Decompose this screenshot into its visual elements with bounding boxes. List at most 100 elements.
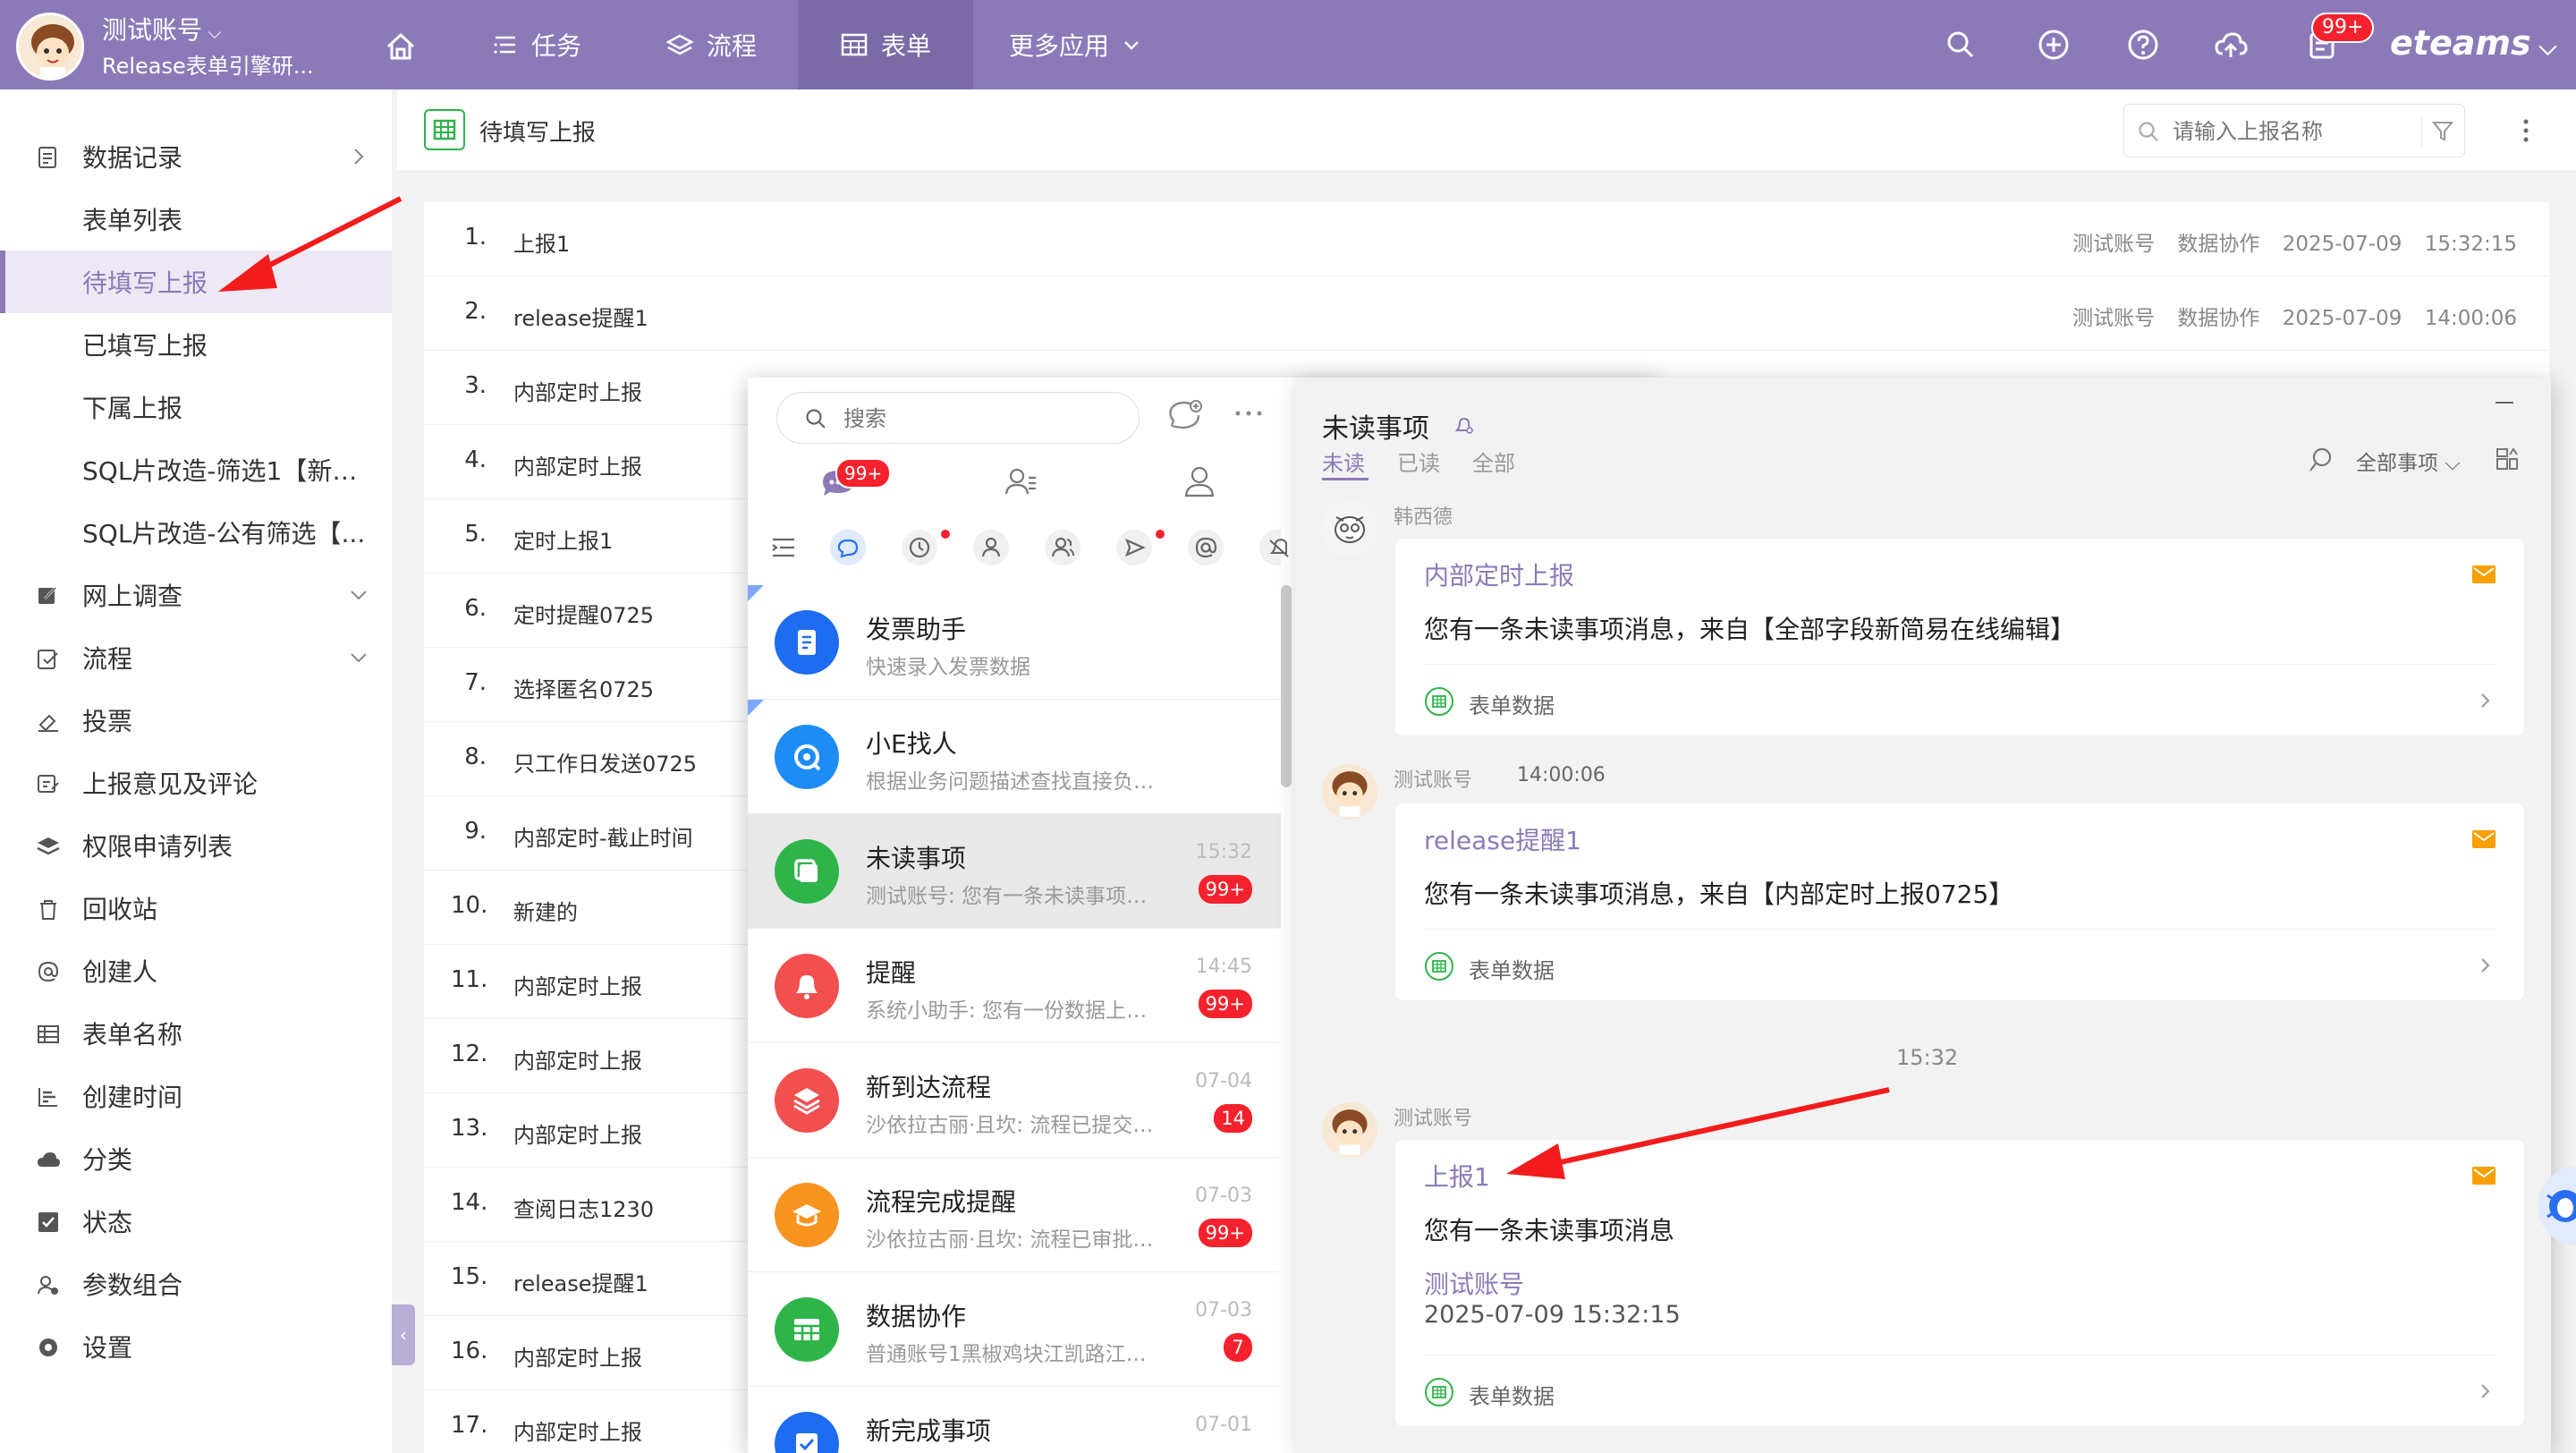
sidebar-item[interactable]: 创建时间 — [0, 1065, 392, 1127]
message-footer-link[interactable]: 表单数据 — [1424, 664, 2496, 735]
sidebar-item[interactable]: 回收站 — [0, 877, 392, 939]
at-icon — [36, 959, 61, 984]
item-type-filter[interactable]: 全部事项 ⌵ — [2356, 446, 2461, 476]
conversation-item[interactable]: 小E找人 根据业务问题描述查找直接负责人 — [748, 700, 1281, 814]
layout-toggle-button[interactable] — [2494, 446, 2521, 472]
filter-muted[interactable] — [1259, 530, 1289, 565]
submitter-link[interactable]: 测试账号 — [1424, 1265, 1524, 1301]
chevron-down-icon — [347, 646, 370, 669]
sidebar-item[interactable]: 参数组合 — [0, 1253, 392, 1315]
message-card[interactable]: release提醒1 您有一条未读事项消息，来自【内部定时上报0725】 表单数… — [1395, 803, 2524, 1000]
home-button[interactable] — [379, 25, 422, 68]
conversation-item[interactable]: 未读事项 测试账号: 您有一条未读事项消息 15:32 99+ — [748, 814, 1281, 929]
message-card[interactable]: 上报1 您有一条未读事项消息 测试账号 2025-07-09 15:32:15 … — [1395, 1140, 2524, 1426]
chevron-down-icon: ⌵ — [2530, 34, 2557, 61]
sidebar-item[interactable]: 状态 — [0, 1190, 392, 1253]
tab-unread[interactable]: 未读 — [1322, 446, 1365, 477]
vote-icon — [36, 709, 61, 734]
filter-group[interactable] — [1045, 530, 1080, 565]
filter-mentions[interactable] — [1188, 530, 1224, 565]
new-chat-button[interactable] — [1165, 397, 1204, 437]
filter-chat[interactable] — [830, 530, 866, 565]
more-vertical-icon — [2523, 119, 2529, 142]
report-name: 内部定时上报 — [513, 380, 642, 405]
message-title-link[interactable]: 内部定时上报 — [1424, 557, 1574, 592]
nav-task[interactable]: 任务 — [492, 0, 581, 89]
report-search-input[interactable] — [2173, 114, 2405, 149]
app-switcher[interactable]: eteams ⌵ — [2390, 23, 2556, 63]
upload-button[interactable] — [2213, 27, 2249, 63]
conversation-avatar — [775, 1183, 839, 1247]
message-title-link[interactable]: 上报1 — [1424, 1158, 1490, 1194]
conversation-scrollbar[interactable] — [1281, 585, 1292, 787]
sidebar-item[interactable]: 流程 — [0, 626, 392, 689]
messenger-more-button[interactable] — [1231, 404, 1267, 422]
sidebar-item[interactable]: 表单列表 — [0, 188, 392, 251]
message-card[interactable]: 内部定时上报 您有一条未读事项消息，来自【全部字段新简易在线编辑】 表单数据 — [1395, 539, 2524, 735]
list-icon — [494, 36, 515, 54]
detail-search-button[interactable] — [2306, 444, 2338, 476]
messenger-search-input[interactable] — [843, 400, 1112, 438]
sidebar-item[interactable]: 待填写上报 — [0, 251, 392, 313]
create-button[interactable] — [2036, 27, 2072, 63]
conversation-item[interactable]: 提醒 系统小助手: 您有一份数据上报未... 14:45 99+ — [748, 929, 1281, 1043]
sidebar-item[interactable]: 分类 — [0, 1127, 392, 1190]
filter-sent[interactable] — [1116, 530, 1152, 565]
sidebar-item[interactable]: 下属上报 — [0, 376, 392, 438]
row-number: 17. — [451, 1412, 488, 1439]
mail-icon — [2472, 565, 2496, 583]
sidebar-item[interactable]: 上报意见及评论 — [0, 752, 392, 814]
sidebar-item[interactable]: 数据记录 — [0, 125, 392, 188]
more-options-button[interactable] — [2517, 115, 2535, 147]
sidebar-item[interactable]: 投票 — [0, 689, 392, 752]
sidebar-item[interactable]: 设置 — [0, 1315, 392, 1378]
report-name: 定时提醒0725 — [513, 603, 655, 628]
bell-settings-button[interactable] — [1453, 413, 1476, 437]
sidebar-item[interactable]: 已填写上报 — [0, 313, 392, 376]
tab-read[interactable]: 已读 — [1397, 446, 1440, 477]
row-number: 1. — [464, 224, 487, 251]
sidebar-item[interactable]: 网上调查 — [0, 564, 392, 626]
sidebar-item-label: 已填写上报 — [82, 331, 208, 361]
conversation-item[interactable]: 新完成事项 07-01 — [748, 1387, 1281, 1453]
expand-list-button[interactable] — [766, 530, 801, 565]
tab-groups[interactable] — [1177, 460, 1222, 505]
nav-form[interactable]: 表单 — [798, 0, 973, 89]
conversation-title: 数据协作 — [866, 1302, 967, 1331]
sidebar-item[interactable]: SQL片改造-筛选1【新增... — [0, 438, 392, 501]
nav-flow[interactable]: 流程 — [665, 0, 757, 89]
user-avatar[interactable] — [16, 13, 84, 81]
sidebar-item[interactable]: 创建人 — [0, 939, 392, 1002]
message-footer-link[interactable]: 表单数据 — [1424, 1355, 2496, 1426]
sidebar-collapse-button[interactable]: ‹ — [392, 1304, 415, 1365]
global-search-button[interactable] — [1943, 27, 1979, 63]
data-record-icon — [36, 145, 61, 170]
minimize-button[interactable] — [2494, 394, 2515, 412]
conversation-item[interactable]: 数据协作 普通账号1黑椒鸡块江凯路江凯路... 07-03 7 — [748, 1272, 1281, 1387]
conversation-item[interactable]: 新到达流程 沙依拉古丽·且坎: 流程已提交给... 07-04 14 — [748, 1043, 1281, 1158]
conversation-item[interactable]: 发票助手 快速录入发票数据 — [748, 585, 1281, 700]
sidebar-item-label: 创建时间 — [82, 1083, 183, 1112]
sidebar-item[interactable]: SQL片改造-公有筛选【... — [0, 501, 392, 564]
sidebar-item[interactable]: 表单名称 — [0, 1002, 392, 1065]
message-footer-link[interactable]: 表单数据 — [1424, 929, 2496, 1000]
conversation-item[interactable]: 流程完成提醒 沙依拉古丽·且坎: 流程已审批结... 07-03 99+ — [748, 1158, 1281, 1272]
message-sender: 测试账号 — [1394, 1108, 1473, 1130]
filter-button[interactable] — [2421, 117, 2454, 146]
message-title-link[interactable]: release提醒1 — [1424, 821, 1581, 857]
tab-all[interactable]: 全部 — [1472, 446, 1515, 477]
nav-more-apps[interactable]: 更多应用 — [1009, 0, 1141, 89]
filter-single[interactable] — [973, 530, 1009, 565]
row-number: 14. — [451, 1189, 488, 1216]
report-meta: 测试账号 数据协作 2025-07-09 15:32:15 — [2072, 233, 2517, 256]
sidebar-item[interactable]: 权限申请列表 — [0, 814, 392, 877]
report-name: 内部定时-截止时间 — [513, 826, 693, 851]
filter-recent[interactable] — [902, 530, 937, 565]
account-switcher[interactable]: 测试账号 ⌵ — [102, 11, 222, 47]
table-row[interactable]: 2. release提醒1 测试账号 数据协作 2025-07-09 14:00:0… — [424, 276, 2549, 351]
table-row[interactable]: 1. 上报1 测试账号 数据协作 2025-07-09 15:32:15 — [424, 202, 2549, 276]
help-button[interactable] — [2125, 27, 2161, 63]
row-number: 5. — [464, 521, 487, 548]
floating-assistant-button[interactable] — [2538, 1167, 2576, 1245]
tab-contacts[interactable] — [998, 460, 1043, 505]
